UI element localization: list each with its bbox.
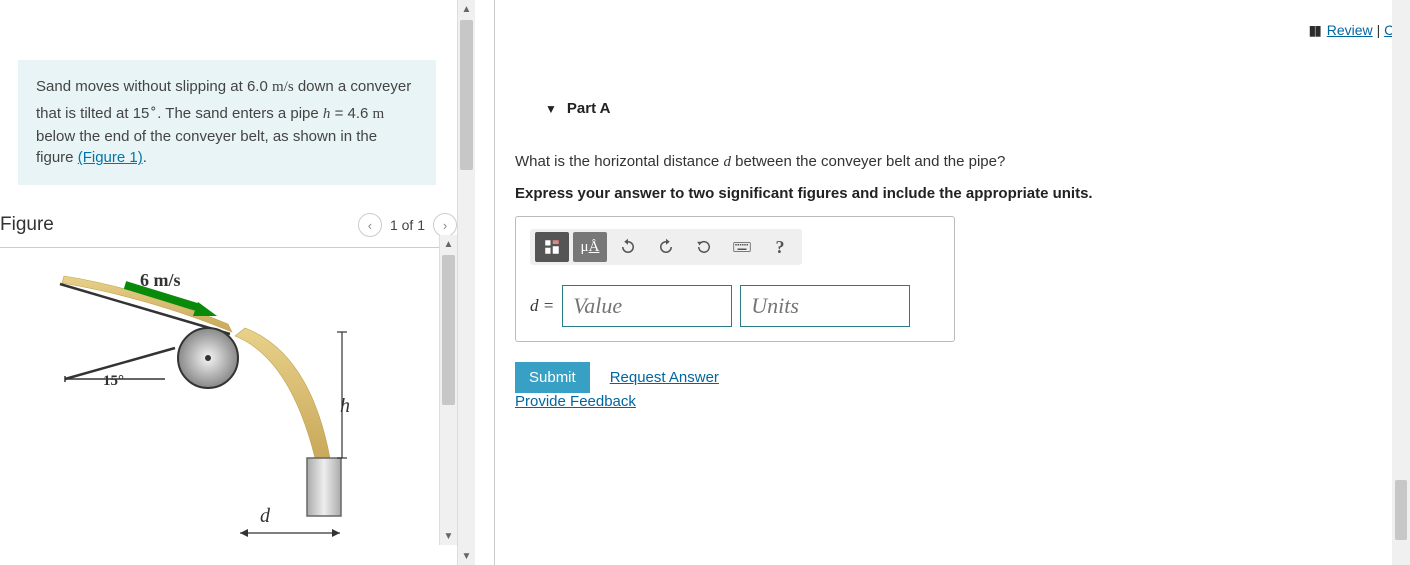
conveyer-diagram [10,258,430,558]
scroll-up-icon[interactable]: ▲ [458,0,475,18]
figure-image: 6 m/s 15° h d [0,258,440,558]
value-input[interactable] [562,285,732,327]
figure-label-h: h [340,395,350,418]
part-caret-icon: ▼ [545,102,557,116]
submit-button[interactable]: Submit [515,362,590,393]
keyboard-icon [733,238,751,256]
problem-statement: Sand moves without slipping at 6.0 m/s d… [18,60,436,185]
question-text: What is the horizontal distance d betwee… [515,153,1410,171]
templates-button[interactable] [535,232,569,262]
link-sep: | [1377,22,1385,38]
prob-t3: . The sand enters a pipe [157,105,323,122]
keyboard-button[interactable] [725,232,759,262]
pager-next-button[interactable]: › [433,213,457,237]
reset-icon [695,238,713,256]
prob-m: m [373,106,385,122]
figure-title: Figure [0,214,54,236]
q-t1: What is the horizontal distance [515,153,723,170]
book-icon: ▮▮ [1308,22,1319,38]
entry-label: d = [530,296,554,316]
scroll-up-icon[interactable]: ▲ [440,235,457,253]
answer-toolbar: μÅ ? [530,229,802,265]
instruction-text: Express your answer to two significant f… [515,185,1410,202]
q-dvar: d [723,154,731,170]
mua-label: μÅ [581,239,600,256]
special-chars-button[interactable]: μÅ [573,232,607,262]
redo-icon [657,238,675,256]
figure-label-angle: 15° [103,373,124,390]
answer-box: μÅ ? d = [515,216,955,342]
right-panel-scrollbar[interactable] [1392,0,1410,565]
pager-text: 1 of 1 [390,217,425,233]
request-answer-link[interactable]: Request Answer [610,369,719,386]
pager-prev-button[interactable]: ‹ [358,213,382,237]
prob-period: . [143,149,147,166]
redo-button[interactable] [649,232,683,262]
provide-feedback-link[interactable]: Provide Feedback [515,393,636,410]
prob-speed-unit: m/s [272,79,294,95]
undo-button[interactable] [611,232,645,262]
figure-label-speed: 6 m/s [140,270,181,291]
part-a-label: Part A [567,100,611,117]
left-panel-scrollbar[interactable]: ▲ ▼ [457,0,475,565]
units-input[interactable] [740,285,910,327]
q-t2: between the conveyer belt and the pipe? [731,153,1005,170]
undo-icon [619,238,637,256]
figure-divider [0,247,457,248]
part-a-header[interactable]: ▼ Part A [545,100,1410,117]
top-links: ▮▮ Review | Co [1308,22,1402,39]
templates-icon [543,238,561,256]
answer-entry-row: d = [530,285,940,327]
figure-scrollbar[interactable]: ▲ ▼ [439,235,457,545]
figure-link[interactable]: (Figure 1) [78,149,143,166]
figure-pager: ‹ 1 of 1 › [358,213,457,237]
reset-button[interactable] [687,232,721,262]
review-link[interactable]: Review [1327,22,1373,38]
figure-label-d: d [260,505,270,528]
scroll-down-icon[interactable]: ▼ [440,527,457,545]
scroll-down-icon[interactable]: ▼ [458,547,475,565]
help-button[interactable]: ? [763,232,797,262]
prob-t1: Sand moves without slipping at 6.0 [36,78,272,95]
submit-row: Submit Request Answer [515,362,1410,393]
prob-t4: = 4.6 [330,105,372,122]
